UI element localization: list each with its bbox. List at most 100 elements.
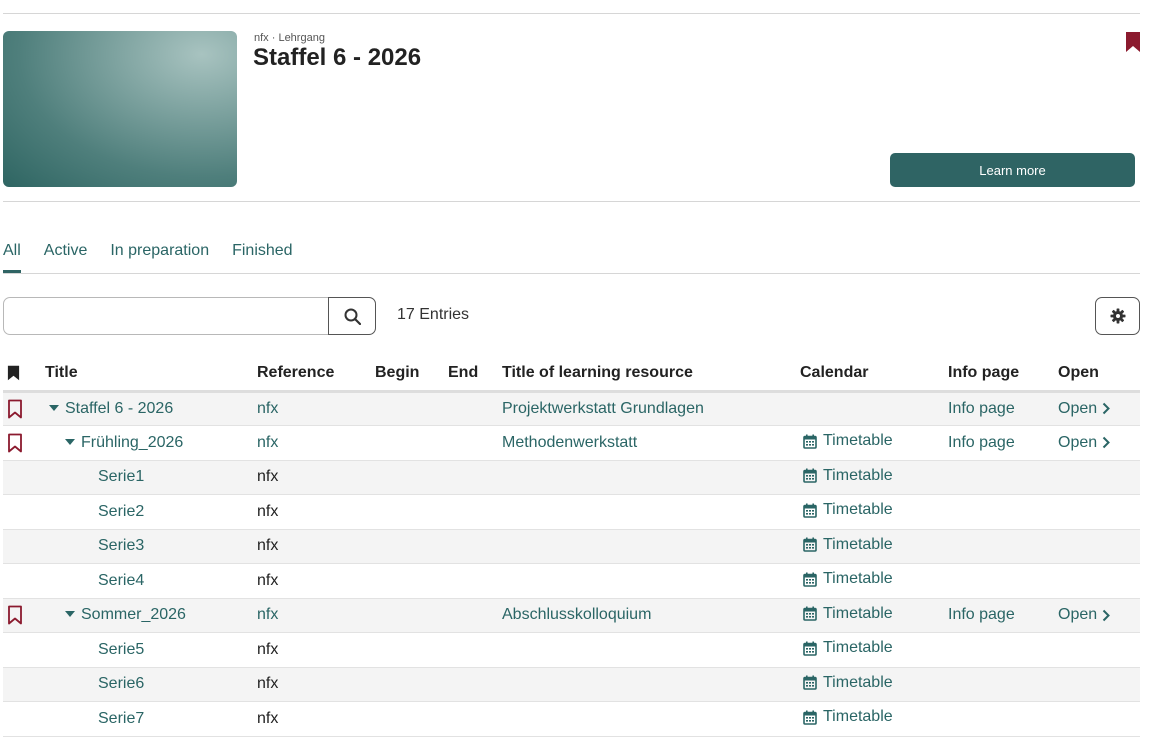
table-row: Serie2 nfx Timetable (3, 494, 1140, 530)
row-reference[interactable]: nfx (257, 598, 375, 633)
timetable-label: Timetable (823, 501, 893, 518)
row-title[interactable]: Sommer_2026 (81, 606, 186, 623)
column-reference[interactable]: Reference (257, 357, 375, 393)
tab-in-preparation[interactable]: In preparation (110, 240, 209, 274)
row-reference: nfx (257, 563, 375, 599)
table-row: Sommer_2026 nfx Abschlusskolloquium Time… (3, 598, 1140, 633)
row-timetable-link[interactable]: Timetable (800, 432, 893, 450)
column-info-page: Info page (948, 357, 1058, 393)
calendar-icon (803, 537, 817, 552)
bookmark-outline-icon[interactable] (7, 399, 23, 419)
tabs-divider (3, 273, 1140, 274)
row-open-link[interactable]: Open (1058, 606, 1111, 624)
row-title[interactable]: Frühling_2026 (81, 434, 183, 451)
timetable-label: Timetable (823, 639, 893, 656)
page-title: Staffel 6 - 2026 (253, 44, 422, 71)
timetable-label: Timetable (823, 432, 893, 449)
courses-table: Title Reference Begin End Title of learn… (3, 357, 1140, 737)
row-reference[interactable]: nfx (257, 391, 375, 426)
calendar-icon (803, 606, 817, 621)
row-learning-resource[interactable]: Abschlusskolloquium (502, 598, 800, 633)
row-end (448, 391, 502, 426)
row-timetable-link[interactable]: Timetable (800, 467, 893, 485)
table-row: Serie6 nfx Timetable (3, 667, 1140, 702)
column-title[interactable]: Title (45, 357, 257, 393)
timetable-label: Timetable (823, 604, 893, 622)
calendar-icon (803, 675, 817, 690)
filter-tabs: All Active In preparation Finished (3, 240, 293, 274)
calendar-icon (803, 468, 817, 483)
row-title[interactable]: Serie7 (98, 710, 144, 727)
timetable-label: Timetable (823, 673, 893, 691)
bookmark-icon (7, 365, 20, 381)
column-begin[interactable]: Begin (375, 357, 448, 393)
column-calendar: Calendar (800, 357, 948, 393)
row-timetable-link[interactable]: Timetable (800, 708, 893, 726)
row-reference: nfx (257, 632, 375, 668)
row-title[interactable]: Serie1 (98, 468, 144, 485)
row-title[interactable]: Serie3 (98, 537, 144, 554)
search-button[interactable] (328, 297, 376, 335)
row-timetable-link[interactable]: Timetable (800, 501, 893, 519)
row-title[interactable]: Serie5 (98, 641, 144, 658)
row-reference[interactable]: nfx (257, 425, 375, 461)
row-timetable-link[interactable]: Timetable (800, 639, 893, 657)
tab-finished[interactable]: Finished (232, 240, 292, 274)
tab-all[interactable]: All (3, 240, 21, 274)
calendar-icon (803, 641, 817, 656)
chevron-right-icon (1102, 403, 1111, 415)
table-header-row: Title Reference Begin End Title of learn… (3, 357, 1140, 393)
hero-divider (3, 201, 1140, 202)
row-info-page-link[interactable]: Info page (948, 391, 1058, 426)
bookmark-outline-icon[interactable] (7, 605, 23, 625)
row-info-page-link[interactable]: Info page (948, 425, 1058, 461)
row-timetable-link[interactable]: Timetable (800, 605, 893, 623)
caret-down-icon[interactable] (65, 438, 75, 445)
row-title[interactable]: Serie4 (98, 572, 144, 589)
top-divider (3, 13, 1140, 14)
table-row: Serie5 nfx Timetable (3, 632, 1140, 668)
chevron-right-icon (1102, 437, 1111, 449)
row-title[interactable]: Staffel 6 - 2026 (65, 400, 173, 417)
bookmark-column-header[interactable] (3, 357, 45, 393)
gear-icon (1110, 308, 1125, 324)
bookmark-outline-icon[interactable] (7, 433, 23, 453)
row-end (448, 598, 502, 633)
calendar-icon (803, 572, 817, 587)
row-begin (375, 391, 448, 426)
course-eyebrow: nfx · Lehrgang (254, 32, 325, 44)
row-title[interactable]: Serie6 (98, 675, 144, 692)
calendar-icon (803, 503, 817, 518)
table-row: Serie3 nfx Timetable (3, 529, 1140, 564)
row-timetable-link[interactable]: Timetable (800, 570, 893, 588)
table-row: Frühling_2026 nfx Methodenwerkstatt Time… (3, 425, 1140, 461)
row-info-page-link[interactable]: Info page (948, 598, 1058, 633)
open-label: Open (1058, 399, 1098, 417)
bookmark-icon[interactable] (1124, 31, 1142, 53)
row-begin (375, 598, 448, 633)
entries-count: 17 Entries (397, 306, 470, 323)
column-end[interactable]: End (448, 357, 502, 393)
row-reference: nfx (257, 667, 375, 702)
row-learning-resource[interactable]: Projektwerkstatt Grundlagen (502, 391, 800, 426)
row-title[interactable]: Serie2 (98, 503, 144, 520)
tab-active[interactable]: Active (44, 240, 88, 274)
search-input[interactable] (3, 297, 329, 335)
open-label: Open (1058, 433, 1098, 451)
learn-more-button[interactable]: Learn more (890, 153, 1135, 187)
column-learning-resource[interactable]: Title of learning resource (502, 357, 800, 393)
row-open-link[interactable]: Open (1058, 399, 1111, 418)
row-learning-resource[interactable]: Methodenwerkstatt (502, 425, 800, 461)
row-reference: nfx (257, 701, 375, 737)
calendar-icon (803, 434, 817, 449)
row-open-link[interactable]: Open (1058, 433, 1111, 452)
table-settings-button[interactable] (1095, 297, 1140, 335)
open-label: Open (1058, 606, 1098, 624)
table-row: Serie1 nfx Timetable (3, 460, 1140, 495)
timetable-label: Timetable (823, 570, 893, 587)
row-timetable-link[interactable]: Timetable (800, 674, 893, 692)
table-row: Serie4 nfx Timetable (3, 563, 1140, 599)
row-timetable-link[interactable]: Timetable (800, 536, 893, 554)
caret-down-icon[interactable] (49, 404, 59, 411)
caret-down-icon[interactable] (65, 611, 75, 618)
